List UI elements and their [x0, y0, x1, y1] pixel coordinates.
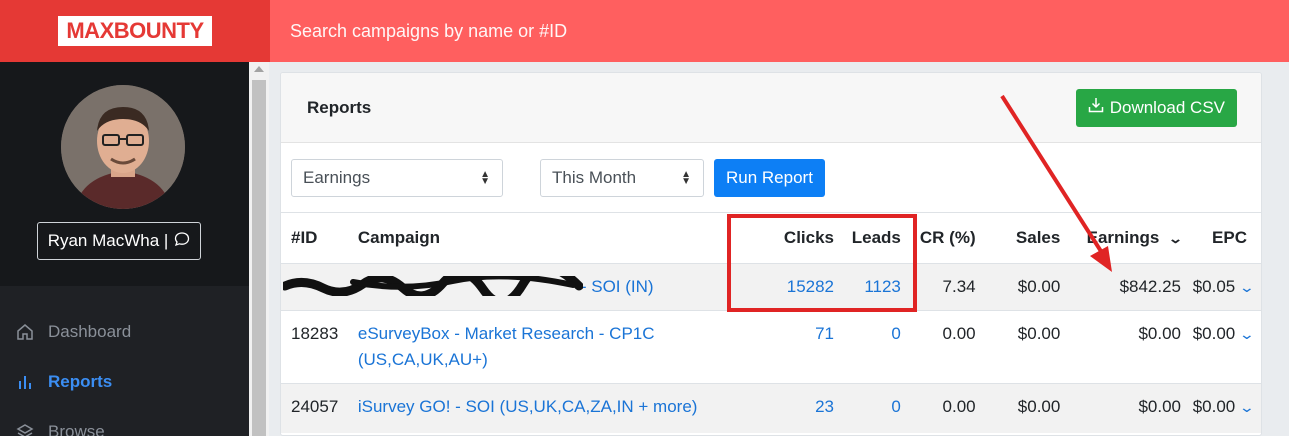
- annotation-arrow: [1000, 94, 1112, 272]
- campaign-link[interactable]: iSurvey GO! - SOI (US,UK,CA,ZA,IN + more…: [358, 397, 698, 416]
- sidebar-item-label: Dashboard: [48, 322, 132, 341]
- row-clicks[interactable]: 23: [717, 383, 834, 433]
- row-cr: 0.00: [942, 323, 976, 343]
- row-campaign[interactable]: eSurveyBox - Market Research - CP1C (US,…: [358, 310, 718, 383]
- expand-chevron-icon[interactable]: ⌄: [1239, 399, 1255, 416]
- row-cr: 0.00: [942, 396, 976, 416]
- row-leads[interactable]: 0: [834, 383, 900, 433]
- row-cr: 7.34: [942, 276, 976, 296]
- search-input[interactable]: Search campaigns by name or #ID: [270, 0, 1289, 62]
- home-icon: [16, 323, 34, 341]
- search-placeholder: Search campaigns by name or #ID: [290, 20, 568, 41]
- sidebar-item-browse[interactable]: Browse: [0, 412, 249, 436]
- redaction-scribble: [283, 276, 583, 296]
- logo-area[interactable]: MAXBOUNTY: [0, 0, 270, 62]
- row-clicks[interactable]: 71: [717, 310, 834, 383]
- row-epc: $0.05 ⌄: [1181, 263, 1261, 310]
- user-menu-button[interactable]: Ryan MacWha |: [37, 222, 201, 260]
- row-earnings: $0.00: [1138, 396, 1182, 416]
- row-epc: $0.00 ⌄: [1181, 383, 1261, 433]
- download-csv-label: Download CSV: [1109, 97, 1225, 117]
- row-leads[interactable]: 1123: [834, 263, 901, 310]
- avatar: [61, 85, 185, 209]
- col-leads[interactable]: Leads: [834, 213, 901, 263]
- row-epc-value: $0.00: [1192, 396, 1236, 416]
- select-arrows-icon: ▲ ▼: [681, 168, 691, 187]
- campaign-link[interactable]: - SOI (IN): [581, 277, 654, 296]
- scroll-thumb[interactable]: [252, 80, 266, 436]
- run-report-button[interactable]: Run Report: [714, 158, 825, 197]
- page-title: Reports: [307, 97, 372, 117]
- sidebar-item-label: Browse: [48, 422, 105, 436]
- row-sales: $0.00: [1017, 396, 1061, 416]
- row-id: 24057: [291, 396, 339, 416]
- row-sales: $0.00: [1017, 323, 1061, 343]
- row-leads[interactable]: 0: [834, 310, 900, 383]
- report-type-select[interactable]: Earnings ▲ ▼: [291, 158, 503, 197]
- row-id: 18283: [291, 323, 339, 343]
- row-epc: $0.00 ⌄: [1181, 310, 1261, 383]
- chat-icon: [174, 231, 190, 252]
- row-clicks[interactable]: 15282: [717, 263, 834, 310]
- table-row: 24057 iSurvey GO! - SOI (US,UK,CA,ZA,IN …: [281, 383, 1261, 433]
- col-campaign[interactable]: Campaign: [358, 213, 718, 263]
- layers-icon: [16, 423, 34, 436]
- col-cr[interactable]: CR (%): [901, 213, 976, 263]
- row-epc-value: $0.00: [1192, 323, 1236, 343]
- report-type-value: Earnings: [303, 167, 371, 187]
- col-clicks[interactable]: Clicks: [717, 213, 834, 263]
- row-earnings: $0.00: [1138, 323, 1182, 343]
- scroll-up-arrow-icon[interactable]: [254, 66, 264, 72]
- date-range-value: This Month: [552, 167, 637, 187]
- row-campaign[interactable]: iSurvey GO! - SOI (US,UK,CA,ZA,IN + more…: [358, 383, 718, 433]
- scrollbar[interactable]: [249, 62, 269, 436]
- sidebar-item-label: Reports: [48, 372, 113, 391]
- bar-chart-icon: [16, 373, 34, 391]
- row-epc-value: $0.05: [1192, 276, 1236, 296]
- expand-chevron-icon[interactable]: ⌄: [1239, 279, 1255, 296]
- select-arrows-icon: ▲ ▼: [480, 168, 490, 187]
- sidebar: Ryan MacWha | Dashboard Reports Browse: [0, 62, 249, 436]
- sort-chevron-icon: ⌄: [1167, 230, 1184, 246]
- profile-panel: Ryan MacWha |: [0, 62, 249, 286]
- sidebar-item-reports[interactable]: Reports: [0, 362, 249, 402]
- campaign-link[interactable]: eSurveyBox - Market Research - CP1C (US,…: [358, 321, 658, 373]
- user-name: Ryan MacWha |: [47, 231, 169, 250]
- sidebar-item-dashboard[interactable]: Dashboard: [0, 312, 249, 352]
- col-epc[interactable]: EPC: [1181, 213, 1261, 263]
- maxbounty-logo[interactable]: MAXBOUNTY: [58, 16, 212, 46]
- col-id[interactable]: #ID: [281, 213, 358, 263]
- expand-chevron-icon[interactable]: ⌄: [1239, 326, 1255, 343]
- table-row: 18283 eSurveyBox - Market Research - CP1…: [281, 310, 1261, 383]
- date-range-select[interactable]: This Month ▲ ▼: [540, 158, 704, 197]
